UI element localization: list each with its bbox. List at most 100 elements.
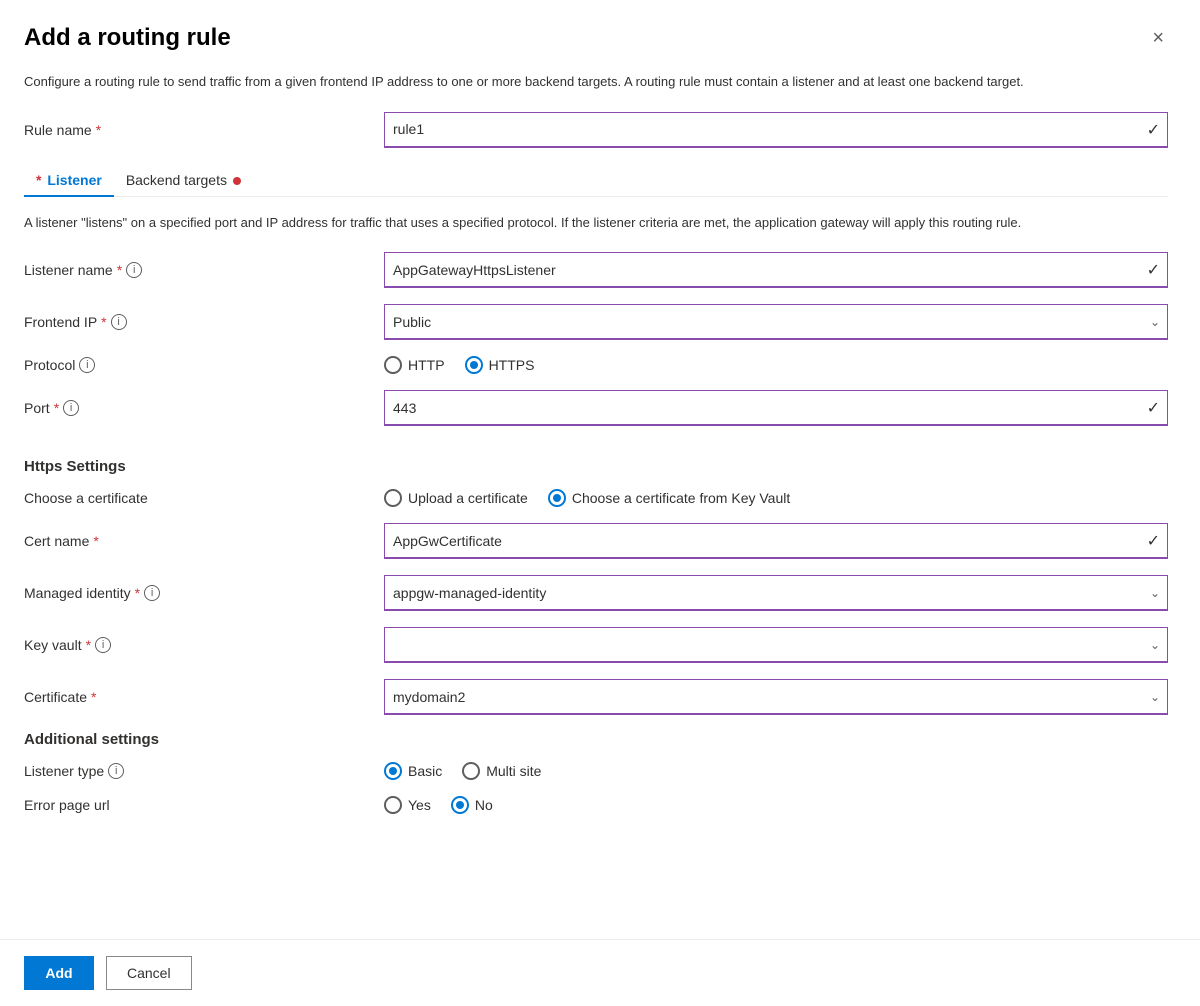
listener-type-info-icon[interactable]: i xyxy=(108,763,124,779)
dialog-header: Add a routing rule × xyxy=(24,24,1168,52)
cert-name-input[interactable] xyxy=(384,523,1168,559)
key-vault-label: Key vault * i xyxy=(24,637,384,653)
listener-type-basic-radio[interactable] xyxy=(384,762,402,780)
protocol-info-icon[interactable]: i xyxy=(79,357,95,373)
cert-upload-radio[interactable] xyxy=(384,489,402,507)
listener-type-radio-group: Basic Multi site xyxy=(384,762,1168,780)
footer-spacer xyxy=(24,830,1168,910)
cert-name-required: * xyxy=(93,533,98,549)
cancel-button[interactable]: Cancel xyxy=(106,956,192,990)
dialog-title: Add a routing rule xyxy=(24,24,231,52)
protocol-http-radio[interactable] xyxy=(384,356,402,374)
frontend-ip-required: * xyxy=(101,314,106,330)
rule-name-row: Rule name * ✓ xyxy=(24,112,1168,148)
listener-description: A listener "listens" on a specified port… xyxy=(24,213,1124,233)
certificate-wrapper: mydomain2 ⌄ xyxy=(384,679,1168,715)
port-required: * xyxy=(54,400,59,416)
port-input-col: ✓ xyxy=(384,390,1168,426)
cert-name-row: Cert name * ✓ xyxy=(24,523,1168,559)
error-page-no-option[interactable]: No xyxy=(451,796,493,814)
rule-name-input[interactable] xyxy=(384,112,1168,148)
key-vault-row: Key vault * i ⌄ xyxy=(24,627,1168,663)
listener-name-input-col: ✓ xyxy=(384,252,1168,288)
protocol-row: Protocol i HTTP HTTPS xyxy=(24,356,1168,374)
close-button[interactable]: × xyxy=(1148,24,1168,52)
protocol-label: Protocol i xyxy=(24,357,384,373)
add-button[interactable]: Add xyxy=(24,956,94,990)
error-page-radio-group: Yes No xyxy=(384,796,1168,814)
listener-type-row: Listener type i Basic Multi site xyxy=(24,762,1168,780)
protocol-https-radio[interactable] xyxy=(465,356,483,374)
choose-cert-label: Choose a certificate xyxy=(24,490,384,506)
error-page-yes-option[interactable]: Yes xyxy=(384,796,431,814)
port-label: Port * i xyxy=(24,400,384,416)
listener-type-options: Basic Multi site xyxy=(384,762,1168,780)
certificate-select[interactable]: mydomain2 xyxy=(384,679,1168,715)
rule-name-required: * xyxy=(96,122,101,138)
managed-identity-wrapper: appgw-managed-identity ⌄ xyxy=(384,575,1168,611)
frontend-ip-input-col: Public Private ⌄ xyxy=(384,304,1168,340)
error-page-yes-radio[interactable] xyxy=(384,796,402,814)
cert-name-wrapper: ✓ xyxy=(384,523,1168,559)
managed-identity-label: Managed identity * i xyxy=(24,585,384,601)
key-vault-select[interactable] xyxy=(384,627,1168,663)
listener-name-wrapper: ✓ xyxy=(384,252,1168,288)
https-settings-heading: Https Settings xyxy=(24,458,1168,475)
frontend-ip-select[interactable]: Public Private xyxy=(384,304,1168,340)
listener-name-label: Listener name * i xyxy=(24,262,384,278)
certificate-label: Certificate * xyxy=(24,689,384,705)
rule-name-wrapper: ✓ xyxy=(384,112,1168,148)
listener-type-basic-option[interactable]: Basic xyxy=(384,762,442,780)
cert-keyvault-radio[interactable] xyxy=(548,489,566,507)
key-vault-wrapper: ⌄ xyxy=(384,627,1168,663)
managed-identity-required: * xyxy=(135,585,140,601)
error-page-url-options: Yes No xyxy=(384,796,1168,814)
certificate-row: Certificate * mydomain2 ⌄ xyxy=(24,679,1168,715)
backend-tab-dot xyxy=(233,177,241,185)
cert-upload-option[interactable]: Upload a certificate xyxy=(384,489,528,507)
cert-radio-group: Upload a certificate Choose a certificat… xyxy=(384,489,1168,507)
port-input[interactable] xyxy=(384,390,1168,426)
protocol-http-option[interactable]: HTTP xyxy=(384,356,445,374)
tab-backend-targets[interactable]: Backend targets xyxy=(114,164,253,196)
listener-type-multisite-option[interactable]: Multi site xyxy=(462,762,541,780)
additional-settings-heading: Additional settings xyxy=(24,731,1168,748)
port-row: Port * i ✓ xyxy=(24,390,1168,426)
tab-listener[interactable]: * Listener xyxy=(24,164,114,196)
key-vault-input-col: ⌄ xyxy=(384,627,1168,663)
certificate-required: * xyxy=(91,689,96,705)
cert-keyvault-option[interactable]: Choose a certificate from Key Vault xyxy=(548,489,790,507)
protocol-https-option[interactable]: HTTPS xyxy=(465,356,535,374)
managed-identity-info-icon[interactable]: i xyxy=(144,585,160,601)
frontend-ip-wrapper: Public Private ⌄ xyxy=(384,304,1168,340)
managed-identity-input-col: appgw-managed-identity ⌄ xyxy=(384,575,1168,611)
certificate-input-col: mydomain2 ⌄ xyxy=(384,679,1168,715)
listener-name-required: * xyxy=(117,262,122,278)
error-page-no-radio[interactable] xyxy=(451,796,469,814)
key-vault-info-icon[interactable]: i xyxy=(95,637,111,653)
rule-name-label: Rule name * xyxy=(24,122,384,138)
dialog-description: Configure a routing rule to send traffic… xyxy=(24,72,1124,92)
rule-name-input-col: ✓ xyxy=(384,112,1168,148)
rule-name-check-icon: ✓ xyxy=(1147,120,1160,140)
error-page-url-label: Error page url xyxy=(24,797,384,813)
listener-name-info-icon[interactable]: i xyxy=(126,262,142,278)
frontend-ip-info-icon[interactable]: i xyxy=(111,314,127,330)
dialog-footer: Add Cancel xyxy=(0,939,1200,1006)
frontend-ip-row: Frontend IP * i Public Private ⌄ xyxy=(24,304,1168,340)
cert-name-label: Cert name * xyxy=(24,533,384,549)
listener-name-row: Listener name * i ✓ xyxy=(24,252,1168,288)
choose-cert-row: Choose a certificate Upload a certificat… xyxy=(24,489,1168,507)
add-routing-rule-dialog: Add a routing rule × Configure a routing… xyxy=(0,0,1200,1006)
listener-name-check-icon: ✓ xyxy=(1147,260,1160,280)
cert-name-input-col: ✓ xyxy=(384,523,1168,559)
managed-identity-select[interactable]: appgw-managed-identity xyxy=(384,575,1168,611)
listener-type-multisite-radio[interactable] xyxy=(462,762,480,780)
choose-cert-options: Upload a certificate Choose a certificat… xyxy=(384,489,1168,507)
port-info-icon[interactable]: i xyxy=(63,400,79,416)
protocol-radio-group: HTTP HTTPS xyxy=(384,356,1168,374)
protocol-options: HTTP HTTPS xyxy=(384,356,1168,374)
listener-name-input[interactable] xyxy=(384,252,1168,288)
listener-type-label: Listener type i xyxy=(24,763,384,779)
managed-identity-row: Managed identity * i appgw-managed-ident… xyxy=(24,575,1168,611)
